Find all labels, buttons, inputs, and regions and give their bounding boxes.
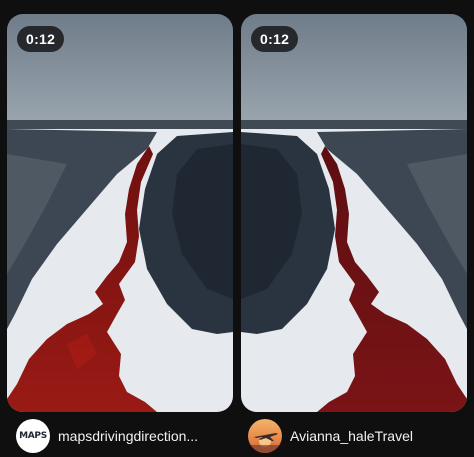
airplane-sunset-avatar[interactable] bbox=[248, 419, 282, 453]
thumbnail-image bbox=[7, 14, 233, 412]
thumbnail-image bbox=[241, 14, 467, 412]
video-duration-badge: 0:12 bbox=[251, 26, 299, 52]
airplane-icon bbox=[248, 433, 282, 453]
maps-driving-logo-avatar[interactable]: MAPS bbox=[16, 419, 50, 453]
author-username[interactable]: mapsdrivingdirection... bbox=[58, 428, 198, 444]
video-thumbnail-mapsdrivingdirections[interactable]: 0:12 bbox=[7, 14, 233, 412]
author-username[interactable]: Avianna_haleTravel bbox=[290, 428, 413, 444]
video-author-mapsdrivingdirections[interactable]: MAPS mapsdrivingdirection... bbox=[16, 418, 231, 454]
video-author-avianna-haletravel[interactable]: Avianna_haleTravel bbox=[248, 418, 468, 454]
video-grid: 0:12 0:12 MAPS mapsdrivingdirection... A… bbox=[0, 0, 474, 457]
video-thumbnail-avianna-haletravel[interactable]: 0:12 bbox=[241, 14, 467, 412]
video-duration-badge: 0:12 bbox=[17, 26, 65, 52]
maps-logo-text: MAPS bbox=[19, 431, 47, 441]
